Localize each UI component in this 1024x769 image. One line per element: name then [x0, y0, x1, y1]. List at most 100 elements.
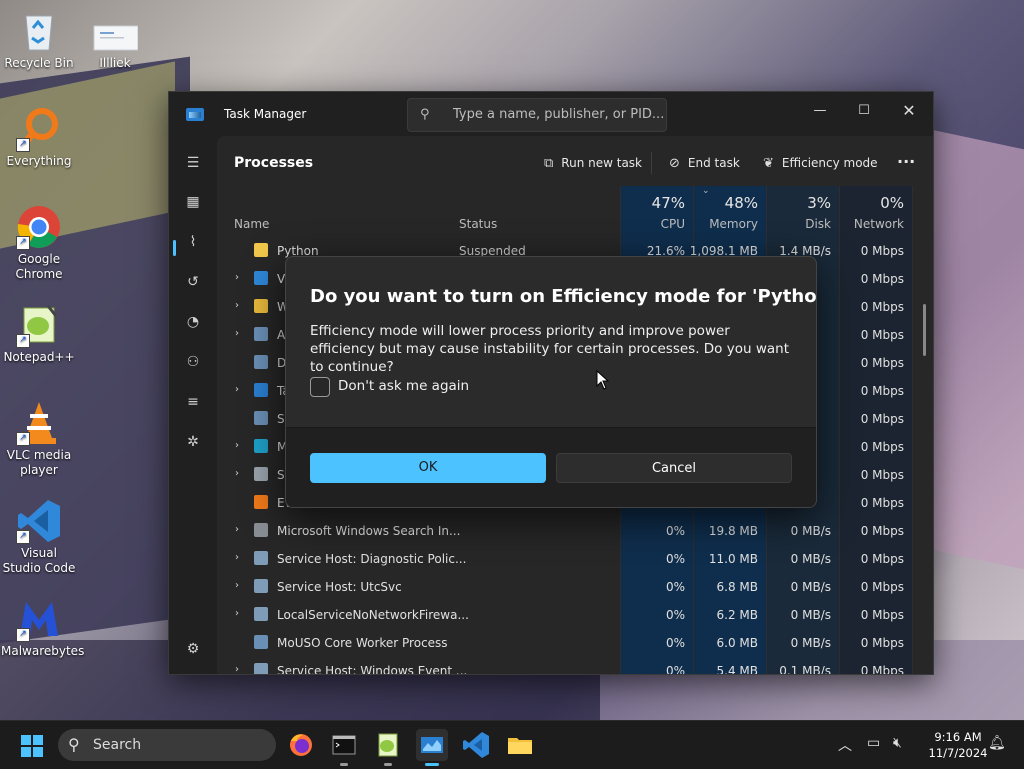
expand-chevron-icon[interactable]: › [235, 664, 239, 674]
taskbar-terminal[interactable] [328, 729, 360, 766]
efficiency-mode-label: Efficiency mode [781, 156, 878, 170]
process-icon [254, 551, 268, 565]
process-name: Service Host: UtcSvc [277, 580, 402, 594]
close-button[interactable]: ✕ [894, 98, 924, 124]
show-hidden-icons-chevron[interactable]: ︿ [838, 735, 852, 755]
expand-chevron-icon[interactable]: › [235, 300, 239, 311]
expand-chevron-icon[interactable]: › [235, 384, 239, 395]
taskbar-task-manager[interactable] [416, 729, 448, 766]
settings-gear-icon[interactable]: ⚙ [183, 639, 203, 659]
users-icon[interactable]: ⚇ [183, 352, 203, 372]
process-network: 0 Mbps [860, 636, 904, 650]
search-icon: ⚲ [420, 107, 430, 122]
process-disk: 0 MB/s [790, 636, 831, 650]
taskbar-search-label: Search [93, 737, 142, 753]
expand-chevron-icon[interactable]: › [235, 524, 239, 535]
processes-icon[interactable]: ▦ [183, 192, 203, 212]
desktop-icon-recycle-bin[interactable]: Recycle Bin [1, 8, 77, 71]
start-button[interactable] [21, 735, 43, 757]
taskbar-search-box[interactable]: ⚲ Search [58, 729, 276, 761]
leaf-icon: ❦ [763, 156, 774, 171]
services-icon[interactable]: ✲ [183, 432, 203, 452]
process-icon [254, 355, 268, 369]
dialog-message: Efficiency mode will lower process prior… [310, 323, 789, 375]
network-icon[interactable]: ▭ [867, 735, 880, 751]
taskbar-file-explorer[interactable] [504, 729, 536, 761]
running-indicator [340, 763, 348, 766]
process-icon [254, 607, 268, 621]
column-header-status[interactable]: Status [459, 186, 559, 232]
minimize-button[interactable]: — [805, 98, 835, 124]
run-new-task-button[interactable]: ⧉ Run new task [544, 156, 642, 171]
dont-ask-again-label[interactable]: Don't ask me again [338, 378, 469, 394]
terminal-icon [332, 735, 356, 755]
column-header-network[interactable]: 0% Network [840, 186, 912, 232]
expand-chevron-icon[interactable]: › [235, 608, 239, 619]
clock[interactable]: 9:16 AM 11/7/2024 [918, 729, 998, 761]
process-network: 0 Mbps [860, 300, 904, 314]
magnifier-icon: ↗ [16, 106, 62, 152]
mouse-cursor-icon [596, 370, 610, 390]
process-icon [254, 579, 268, 593]
process-cpu: 0% [665, 636, 685, 650]
desktop-icon-illliek[interactable]: Illliek [77, 8, 153, 71]
volume-muted-icon[interactable]: 🔇︎ [893, 735, 902, 751]
process-network: 0 Mbps [860, 664, 904, 675]
table-row[interactable]: › Service Host: UtcSvc 0% 6.8 MB 0 MB/s 0 Mbp… [217, 572, 917, 600]
process-disk: 0.1 MB/s [779, 664, 831, 675]
app-history-icon[interactable]: ↺ [183, 272, 203, 292]
expand-chevron-icon[interactable]: › [235, 468, 239, 479]
process-cpu: 0% [665, 552, 685, 566]
desktop-icon-everything[interactable]: ↗ Everything [1, 106, 77, 169]
dialog-footer: OK Cancel [286, 427, 816, 507]
expand-chevron-icon[interactable]: › [235, 440, 239, 451]
desktop-icon-vlc[interactable]: ↗ VLC media player [1, 400, 77, 478]
table-row[interactable]: › Service Host: Diagnostic Polic... 0% 11.0… [217, 544, 917, 572]
taskbar: ⚲ Search ︿ ▭ 🔇︎ 9:16 AM 11/7/2024 🔔︎ [0, 720, 1024, 769]
process-cpu: 0% [665, 580, 685, 594]
process-cpu: 0% [665, 608, 685, 622]
table-row[interactable]: › Microsoft Windows Search In... 0% 19.8 MB… [217, 516, 917, 544]
taskbar-vscode[interactable] [460, 729, 492, 761]
details-icon[interactable]: ≡ [183, 392, 203, 412]
process-disk: 0 MB/s [790, 580, 831, 594]
search-input[interactable]: ⚲ Type a name, publisher, or PID... [407, 98, 667, 132]
toolbar-divider [651, 152, 652, 174]
maximize-button[interactable]: ☐ [849, 98, 879, 124]
desktop-icon-malwarebytes[interactable]: ↗ Malwarebytes [1, 596, 84, 659]
cancel-button[interactable]: Cancel [556, 453, 792, 483]
expand-chevron-icon[interactable]: › [235, 580, 239, 591]
table-row[interactable]: › LocalServiceNoNetworkFirewa... 0% 6.2 MB 0… [217, 600, 917, 628]
table-row[interactable]: › Service Host: Windows Event ... 0% 5.4 MB… [217, 656, 917, 675]
startup-apps-icon[interactable]: ◔ [183, 312, 203, 332]
scrollbar-thumb[interactable] [923, 304, 926, 356]
column-header-cpu[interactable]: 47% CPU [621, 186, 693, 232]
end-task-button[interactable]: ⊘ End task [669, 156, 740, 171]
dont-ask-again-checkbox[interactable] [310, 377, 330, 397]
desktop-icon-google-chrome[interactable]: ↗ Google Chrome [1, 204, 77, 282]
column-header-disk[interactable]: 3% Disk [767, 186, 839, 232]
title-bar[interactable]: Task Manager ⚲ Type a name, publisher, o… [169, 92, 933, 136]
table-row[interactable]: MoUSO Core Worker Process 0% 6.0 MB 0 MB/s 0… [217, 628, 917, 656]
ok-button[interactable]: OK [310, 453, 546, 483]
efficiency-mode-button[interactable]: ❦ Efficiency mode [763, 156, 878, 171]
taskbar-firefox[interactable] [285, 729, 317, 761]
desktop-icon-notepad-plus-plus[interactable]: ↗ Notepad++ [1, 302, 77, 365]
search-icon: ⚲ [68, 735, 80, 754]
column-header-memory[interactable]: ⌄ 48% Memory [694, 186, 766, 232]
expand-chevron-icon[interactable]: › [235, 552, 239, 563]
taskbar-notepad-plus-plus[interactable] [372, 729, 404, 766]
hamburger-menu-icon[interactable]: ☰ [183, 153, 203, 173]
process-icon [254, 411, 268, 425]
desktop-icon-vscode[interactable]: ↗ Visual Studio Code [1, 498, 77, 576]
sort-chevron-icon: ⌄ [702, 186, 710, 196]
process-icon [254, 439, 268, 453]
process-memory: 11.0 MB [708, 552, 758, 566]
performance-icon[interactable]: ⌇ [183, 232, 203, 252]
notification-bell-icon[interactable]: 🔔︎ [988, 735, 1006, 751]
expand-chevron-icon[interactable]: › [235, 328, 239, 339]
expand-chevron-icon[interactable]: › [235, 272, 239, 283]
more-options-button[interactable]: ··· [897, 152, 915, 171]
column-header-name[interactable]: Name [234, 186, 434, 232]
process-network: 0 Mbps [860, 272, 904, 286]
